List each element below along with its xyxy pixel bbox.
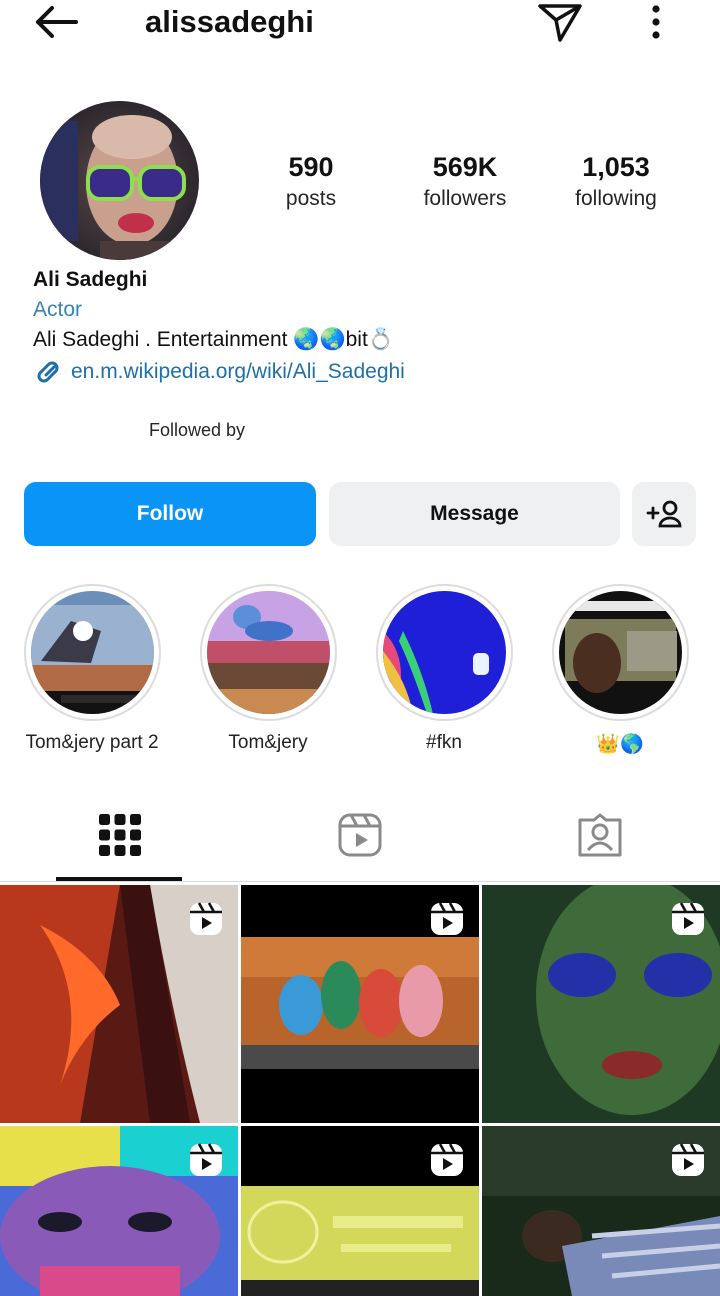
reel-indicator-icon [190,1143,222,1176]
highlight-label: #fkn [426,732,462,753]
post-thumbnail[interactable] [241,885,479,1123]
highlight-label: Tom&jery part 2 [25,732,159,753]
suggested-users-button[interactable] [632,482,696,546]
highlight-label: 👑🌎 [596,734,644,755]
posts-count-value: 590 [288,152,334,182]
highlight-label: Tom&jery [228,732,308,753]
post-thumbnail[interactable] [482,1126,720,1296]
tab-reels[interactable] [240,790,480,880]
profile-avatar[interactable] [40,101,199,260]
posts-count[interactable]: 590 posts [231,150,391,214]
tab-tagged[interactable] [480,790,720,880]
profile-username: alissadeghi [145,4,314,39]
more-options-button[interactable] [640,2,672,42]
profile-link-text: en.m.wikipedia.org/wiki/Ali_Sadeghi [71,360,405,383]
profile-bio: Ali Sadeghi . Entertainment 🌏🌏bit💍 [33,328,394,351]
posts-count-label: posts [285,187,337,210]
post-thumbnail[interactable] [0,1126,238,1296]
add-person-icon [646,500,682,528]
highlight-cover-image [30,591,154,714]
reel-indicator-icon [431,902,463,935]
post-thumbnail[interactable] [482,885,720,1123]
reel-indicator-icon [190,902,222,935]
send-message-button[interactable] [534,0,586,44]
followers-count-label: followers [423,187,507,210]
profile-category: Actor [33,298,83,321]
link-icon [37,361,59,383]
follow-button[interactable]: Follow [24,482,316,546]
grid-icon [99,814,141,856]
highlight-cover-ring [23,584,161,721]
highlight-cover-image [382,591,506,714]
highlight-item[interactable]: 👑🌎 [532,584,708,756]
profile-tabs [0,790,720,882]
post-thumbnail[interactable] [241,1126,479,1296]
highlight-cover-ring [551,584,689,721]
followers-count[interactable]: 569K followers [385,150,545,214]
following-count-value: 1,053 [582,152,650,182]
profile-link[interactable]: en.m.wikipedia.org/wiki/Ali_Sadeghi [33,358,405,386]
arrow-left-icon [36,6,78,38]
highlight-cover-image [558,591,682,714]
highlight-cover-ring [199,584,337,721]
followed-by-text[interactable]: Followed by [149,420,245,441]
reel-indicator-icon [431,1143,463,1176]
reel-indicator-icon [672,902,704,935]
paper-plane-icon [538,4,582,42]
back-button[interactable] [28,2,84,42]
followers-count-value: 569K [432,152,498,182]
profile-full-name: Ali Sadeghi [33,268,148,291]
tab-posts-grid[interactable] [0,790,240,880]
reel-indicator-icon [672,1143,704,1176]
highlight-item[interactable]: Tom&jery part 2 [4,584,180,754]
active-tab-indicator [56,877,182,881]
reels-icon [338,813,382,857]
message-button[interactable]: Message [329,482,620,546]
highlight-item[interactable]: #fkn [356,584,532,754]
top-bar: alissadeghi [0,0,720,56]
following-count[interactable]: 1,053 following [536,150,696,214]
highlight-cover-ring [375,584,513,721]
highlight-cover-image [206,591,330,714]
tagged-person-icon [578,813,622,857]
highlight-item[interactable]: Tom&jery [180,584,356,754]
following-count-label: following [575,187,657,210]
vertical-dots-icon [652,5,660,39]
post-thumbnail[interactable] [0,885,238,1123]
